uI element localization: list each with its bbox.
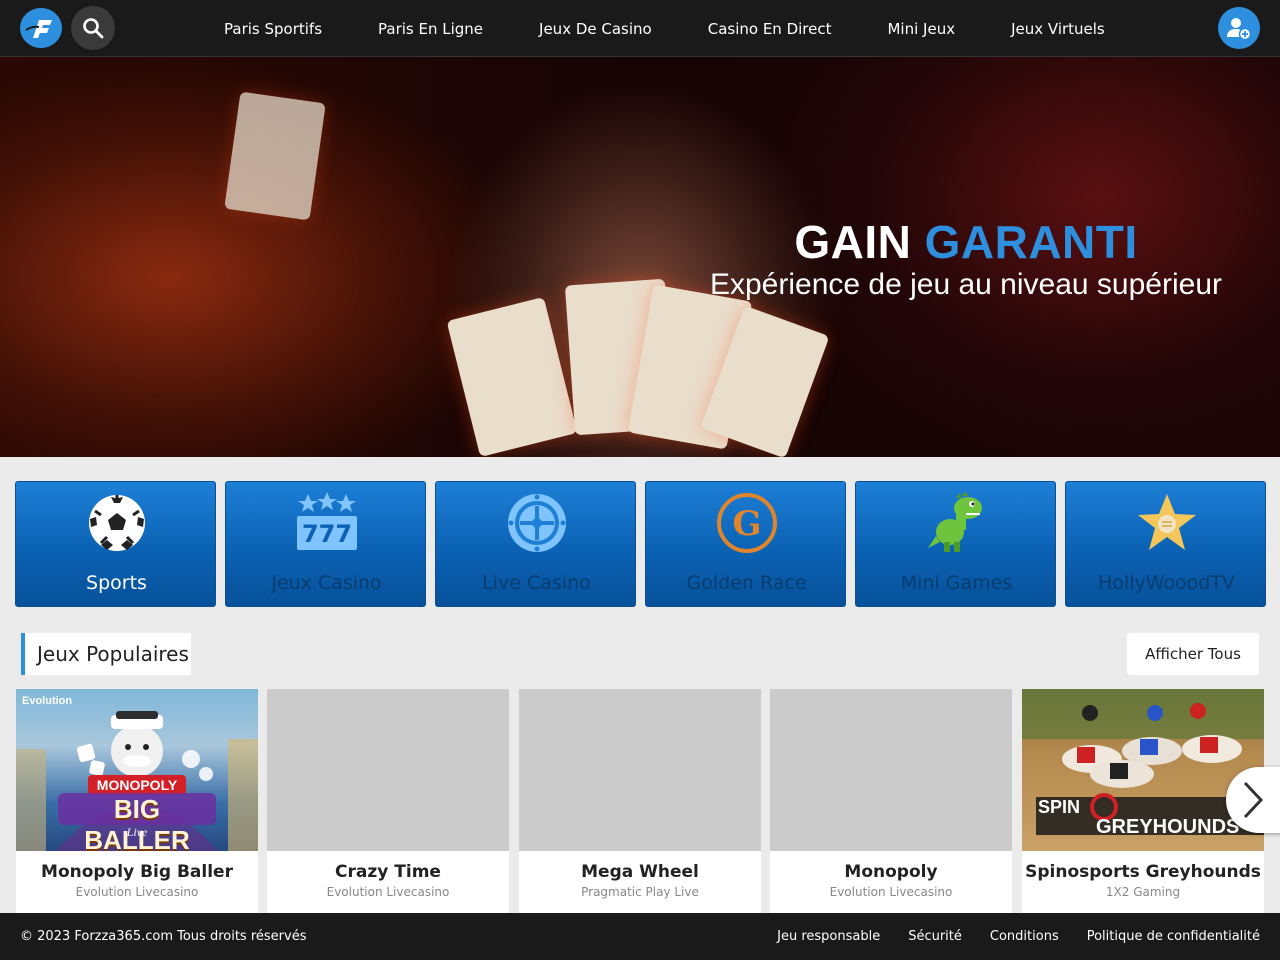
nav-paris-sportifs[interactable]: Paris Sportifs	[196, 20, 350, 38]
copyright-text: © 2023 Forzza365.com Tous droits réservé…	[20, 929, 307, 944]
game-title: Mega Wheel	[581, 862, 699, 882]
footer-link-privacy[interactable]: Politique de confidentialité	[1087, 929, 1260, 944]
category-label: Jeux Casino	[271, 572, 382, 594]
hero-card-decoration	[446, 296, 578, 457]
game-card-mega-wheel[interactable]: Mega Wheel Pragmatic Play Live	[519, 689, 761, 913]
golden-race-logo-icon: G	[716, 492, 778, 554]
game-card-monopoly[interactable]: Monopoly Evolution Livecasino	[770, 689, 1012, 913]
nav-jeux-de-casino[interactable]: Jeux De Casino	[511, 20, 680, 38]
evolution-brand-label: Evolution	[22, 695, 73, 707]
category-tiles: Sports 777 Jeux Casino Live Casino G Gol…	[15, 481, 1266, 607]
nav-jeux-virtuels[interactable]: Jeux Virtuels	[983, 20, 1133, 38]
game-thumbnail-placeholder	[519, 689, 761, 851]
category-live-casino[interactable]: Live Casino	[435, 481, 636, 607]
slot-777-icon: 777	[296, 492, 358, 554]
forzza-logo-icon[interactable]	[20, 8, 62, 48]
main-nav: Paris Sportifs Paris En Ligne Jeux De Ca…	[196, 0, 1133, 57]
thumb-title-line1: MONOPOLY	[96, 777, 178, 793]
category-label: Golden Race	[686, 572, 807, 594]
game-title: Spinosports Greyhounds	[1025, 862, 1261, 882]
game-title: Monopoly	[844, 862, 938, 882]
game-provider: Pragmatic Play Live	[581, 885, 699, 899]
thumb-title-line2: BIG BALLER	[84, 794, 190, 851]
category-label: HollyWooodTV	[1098, 572, 1235, 594]
game-card-monopoly-big-baller[interactable]: Evolution MONOPOLY BIG BALLER Live Monop…	[16, 689, 258, 913]
star-icon	[1136, 492, 1198, 554]
footer-link-conditions[interactable]: Conditions	[990, 929, 1059, 944]
hero-title-main: GAIN	[794, 216, 912, 268]
thumb-title-line1: SPIN	[1038, 797, 1081, 817]
category-label: Mini Games	[900, 572, 1013, 594]
thumb-title-line2: GREYHOUNDS	[1096, 816, 1240, 838]
category-hollywoodtv[interactable]: HollyWooodTV	[1065, 481, 1266, 607]
soccer-ball-icon	[86, 492, 148, 554]
search-button[interactable]	[71, 6, 115, 50]
category-jeux-casino[interactable]: 777 Jeux Casino	[225, 481, 426, 607]
add-user-icon	[1227, 18, 1252, 41]
chevron-right-icon	[1243, 781, 1264, 819]
footer-links: Jeu responsable Sécurité Conditions Poli…	[749, 913, 1260, 960]
game-thumbnail: SPIN GREYHOUNDS	[1022, 689, 1264, 851]
game-thumbnail-placeholder	[770, 689, 1012, 851]
top-navigation-bar: Paris Sportifs Paris En Ligne Jeux De Ca…	[0, 0, 1280, 57]
category-sports[interactable]: Sports	[15, 481, 216, 607]
game-thumbnail-placeholder	[267, 689, 509, 851]
game-card-crazy-time[interactable]: Crazy Time Evolution Livecasino	[267, 689, 509, 913]
svg-text:G: G	[732, 504, 761, 544]
nav-casino-en-direct[interactable]: Casino En Direct	[680, 20, 860, 38]
game-provider: Evolution Livecasino	[326, 885, 450, 899]
game-provider: Evolution Livecasino	[829, 885, 953, 899]
game-thumbnail: Evolution MONOPOLY BIG BALLER Live	[16, 689, 258, 851]
hero-title-accent: GARANTI	[924, 216, 1138, 268]
dinosaur-icon	[926, 492, 988, 554]
category-label: Live Casino	[482, 572, 591, 594]
hero-card-decoration	[224, 91, 326, 221]
game-title: Crazy Time	[335, 862, 441, 882]
category-golden-race[interactable]: G Golden Race	[645, 481, 846, 607]
nav-paris-en-ligne[interactable]: Paris En Ligne	[350, 20, 511, 38]
hero-title: GAIN GARANTI	[706, 215, 1226, 269]
game-provider: 1X2 Gaming	[1105, 885, 1181, 899]
show-all-button[interactable]: Afficher Tous	[1127, 633, 1259, 675]
category-label: Sports	[86, 572, 147, 594]
search-icon	[83, 18, 104, 39]
thumb-title-line3: Live	[126, 825, 148, 839]
footer: © 2023 Forzza365.com Tous droits réservé…	[0, 913, 1280, 960]
game-provider: Evolution Livecasino	[75, 885, 199, 899]
category-mini-games[interactable]: Mini Games	[855, 481, 1056, 607]
game-title: Monopoly Big Baller	[41, 862, 233, 882]
hero-subtitle: Expérience de jeu au niveau supérieur	[709, 268, 1222, 301]
popular-games-carousel: Evolution MONOPOLY BIG BALLER Live Monop…	[16, 689, 1264, 913]
hero-banner[interactable]: GAIN GARANTI Expérience de jeu au niveau…	[0, 57, 1280, 457]
section-header: Jeux Populaires	[21, 633, 191, 675]
roulette-icon	[506, 492, 568, 554]
footer-link-security[interactable]: Sécurité	[908, 929, 962, 944]
svg-text:777: 777	[302, 520, 352, 548]
nav-mini-jeux[interactable]: Mini Jeux	[859, 20, 983, 38]
footer-link-responsible[interactable]: Jeu responsable	[777, 929, 880, 944]
section-title: Jeux Populaires	[37, 642, 189, 666]
user-account-button[interactable]	[1218, 7, 1260, 49]
